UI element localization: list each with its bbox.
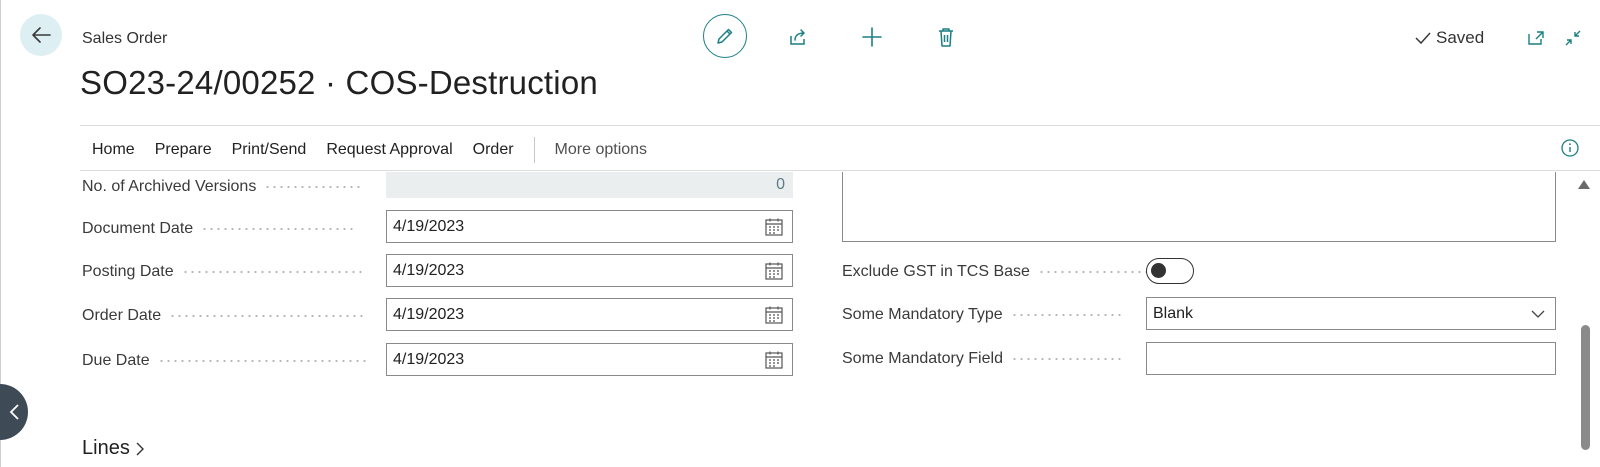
mandatory-type-value: Blank — [1153, 304, 1194, 322]
calendar-icon[interactable] — [764, 305, 784, 325]
field-posting-date-label: Posting Date — [82, 258, 364, 286]
menu-more-options[interactable]: More options — [545, 141, 658, 159]
menu-print-send[interactable]: Print/Send — [222, 141, 317, 159]
edit-button[interactable] — [703, 14, 747, 58]
multiline-text-field[interactable] — [842, 172, 1556, 242]
action-bar: Home Prepare Print/Send Request Approval… — [82, 134, 657, 166]
posting-date-input[interactable]: 4/19/2023 — [386, 254, 793, 287]
menu-home[interactable]: Home — [82, 141, 145, 159]
field-mandatory-type-label: Some Mandatory Type — [842, 301, 1123, 329]
lines-section-header[interactable]: Lines — [82, 437, 146, 460]
open-new-window-button[interactable] — [1520, 22, 1552, 54]
due-date-value: 4/19/2023 — [393, 350, 465, 368]
field-due-date-label: Due Date — [82, 347, 370, 375]
chevron-right-icon — [136, 442, 144, 455]
menu-prepare[interactable]: Prepare — [145, 141, 222, 159]
plus-icon — [862, 27, 882, 47]
back-button[interactable] — [20, 14, 62, 56]
lines-title: Lines — [82, 437, 130, 459]
page-title: SO23-24/00252 · COS-Destruction — [80, 64, 598, 101]
document-date-input[interactable]: 4/19/2023 — [386, 210, 793, 243]
chevron-left-icon — [9, 404, 19, 420]
field-archived-versions-label: No. of Archived Versions — [82, 174, 365, 200]
action-bar-border — [80, 125, 1600, 126]
due-date-input[interactable]: 4/19/2023 — [386, 343, 793, 376]
menu-order[interactable]: Order — [463, 141, 524, 159]
trash-icon — [939, 28, 953, 47]
delete-button[interactable] — [930, 21, 962, 53]
scroll-up-arrow[interactable] — [1578, 180, 1590, 189]
field-exclude-gst-label: Exclude GST in TCS Base — [842, 258, 1150, 286]
calendar-icon[interactable] — [764, 261, 784, 281]
menu-separator — [533, 137, 535, 163]
action-bar-border — [80, 170, 1600, 171]
collapse-icon — [1565, 30, 1581, 46]
share-button[interactable] — [782, 21, 814, 53]
order-date-value: 4/19/2023 — [393, 305, 465, 323]
menu-request-approval[interactable]: Request Approval — [316, 141, 462, 159]
open-new-window-icon — [1528, 31, 1544, 45]
page-caption: Sales Order — [82, 30, 168, 47]
side-collapse-button[interactable] — [0, 384, 28, 440]
archived-versions-value: 0 — [386, 172, 793, 198]
field-document-date-label: Document Date — [82, 215, 357, 243]
calendar-icon[interactable] — [764, 217, 784, 237]
collapse-button[interactable] — [1557, 22, 1589, 54]
back-arrow-icon — [32, 27, 51, 43]
check-icon — [1415, 32, 1431, 45]
mandatory-field-input[interactable] — [1146, 342, 1556, 375]
saved-label: Saved — [1436, 28, 1485, 47]
saved-status: Saved — [1414, 28, 1484, 48]
scrollbar-thumb[interactable] — [1581, 325, 1590, 450]
mandatory-type-select[interactable]: Blank — [1146, 297, 1556, 330]
info-button[interactable] — [1560, 138, 1580, 158]
posting-date-value: 4/19/2023 — [393, 261, 465, 279]
new-button[interactable] — [856, 21, 888, 53]
exclude-gst-toggle[interactable] — [1146, 258, 1194, 284]
field-mandatory-field-label: Some Mandatory Field — [842, 345, 1123, 373]
info-icon — [1561, 139, 1579, 157]
field-order-date-label: Order Date — [82, 302, 368, 330]
pencil-icon — [717, 28, 733, 44]
toggle-knob — [1151, 263, 1166, 278]
calendar-icon[interactable] — [764, 350, 784, 370]
chevron-down-icon — [1531, 310, 1545, 318]
document-date-value: 4/19/2023 — [393, 217, 465, 235]
order-date-input[interactable]: 4/19/2023 — [386, 298, 793, 331]
share-icon — [790, 29, 805, 45]
